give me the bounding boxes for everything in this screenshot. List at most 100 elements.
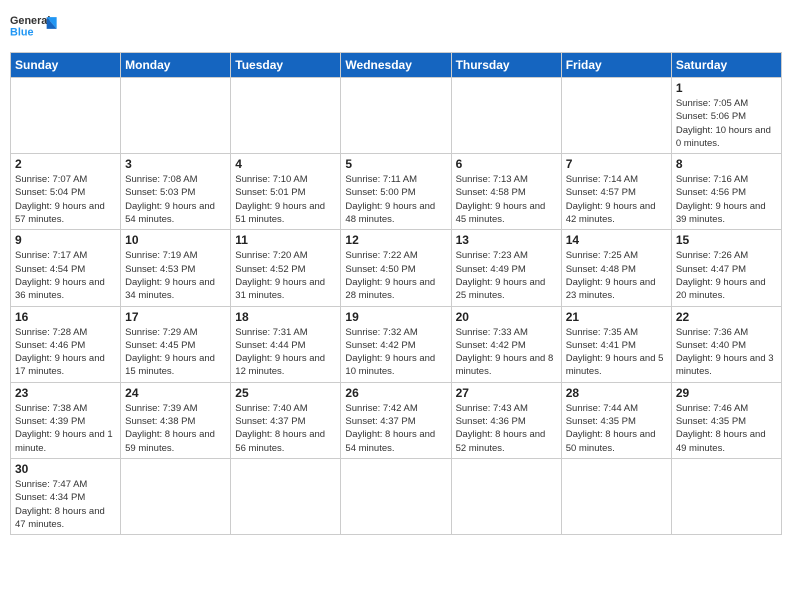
day-number: 9	[15, 233, 116, 247]
calendar-day-cell	[671, 458, 781, 534]
calendar-day-cell: 13Sunrise: 7:23 AM Sunset: 4:49 PM Dayli…	[451, 230, 561, 306]
calendar-day-cell: 17 Sunrise: 7:29 AM Sunset: 4:45 PM Dayli…	[121, 306, 231, 382]
calendar-day-cell: 12 Sunrise: 7:22 AM Sunset: 4:50 PM Dayli…	[341, 230, 451, 306]
day-number: 4	[235, 157, 336, 171]
day-info: Sunrise: 7:23 AM Sunset: 4:49 PM Dayligh…	[456, 249, 557, 302]
calendar-day-cell: 26 Sunrise: 7:42 AM Sunset: 4:37 PM Dayli…	[341, 382, 451, 458]
calendar-day-cell: 30Sunrise: 7:47 AM Sunset: 4:34 PM Dayli…	[11, 458, 121, 534]
calendar-table: SundayMondayTuesdayWednesdayThursdayFrid…	[10, 52, 782, 535]
calendar-day-cell: 6 Sunrise: 7:13 AM Sunset: 4:58 PM Daylig…	[451, 154, 561, 230]
calendar-day-cell: 10Sunrise: 7:19 AM Sunset: 4:53 PM Dayli…	[121, 230, 231, 306]
calendar-day-cell: 21Sunrise: 7:35 AM Sunset: 4:41 PM Dayli…	[561, 306, 671, 382]
day-info: Sunrise: 7:08 AM Sunset: 5:03 PM Dayligh…	[125, 173, 226, 226]
day-number: 20	[456, 310, 557, 324]
calendar-day-cell	[341, 458, 451, 534]
svg-text:General: General	[10, 15, 50, 27]
calendar-day-cell: 15Sunrise: 7:26 AM Sunset: 4:47 PM Dayli…	[671, 230, 781, 306]
calendar-day-cell: 29 Sunrise: 7:46 AM Sunset: 4:35 PM Dayli…	[671, 382, 781, 458]
calendar-week-row: 16 Sunrise: 7:28 AM Sunset: 4:46 PM Dayli…	[11, 306, 782, 382]
calendar-day-cell: 22Sunrise: 7:36 AM Sunset: 4:40 PM Dayli…	[671, 306, 781, 382]
weekday-header-cell: Saturday	[671, 53, 781, 78]
svg-text:Blue: Blue	[10, 27, 33, 39]
day-number: 25	[235, 386, 336, 400]
day-number: 28	[566, 386, 667, 400]
day-number: 26	[345, 386, 446, 400]
calendar-day-cell: 28 Sunrise: 7:44 AM Sunset: 4:35 PM Dayli…	[561, 382, 671, 458]
calendar-day-cell	[231, 78, 341, 154]
day-number: 7	[566, 157, 667, 171]
day-number: 15	[676, 233, 777, 247]
calendar-week-row: 2 Sunrise: 7:07 AM Sunset: 5:04 PM Daylig…	[11, 154, 782, 230]
calendar-day-cell: 20Sunrise: 7:33 AM Sunset: 4:42 PM Dayli…	[451, 306, 561, 382]
day-number: 2	[15, 157, 116, 171]
calendar-day-cell: 8 Sunrise: 7:16 AM Sunset: 4:56 PM Daylig…	[671, 154, 781, 230]
day-number: 16	[15, 310, 116, 324]
calendar-day-cell: 16 Sunrise: 7:28 AM Sunset: 4:46 PM Dayli…	[11, 306, 121, 382]
calendar-week-row: 9Sunrise: 7:17 AM Sunset: 4:54 PM Daylig…	[11, 230, 782, 306]
day-number: 6	[456, 157, 557, 171]
day-number: 8	[676, 157, 777, 171]
day-info: Sunrise: 7:14 AM Sunset: 4:57 PM Dayligh…	[566, 173, 667, 226]
day-info: Sunrise: 7:43 AM Sunset: 4:36 PM Dayligh…	[456, 402, 557, 455]
day-info: Sunrise: 7:29 AM Sunset: 4:45 PM Dayligh…	[125, 326, 226, 379]
day-info: Sunrise: 7:11 AM Sunset: 5:00 PM Dayligh…	[345, 173, 446, 226]
calendar-day-cell: 25 Sunrise: 7:40 AM Sunset: 4:37 PM Dayli…	[231, 382, 341, 458]
calendar-day-cell: 23 Sunrise: 7:38 AM Sunset: 4:39 PM Dayli…	[11, 382, 121, 458]
day-number: 1	[676, 81, 777, 95]
calendar-day-cell: 7 Sunrise: 7:14 AM Sunset: 4:57 PM Daylig…	[561, 154, 671, 230]
generalblue-logo-icon: General Blue	[10, 10, 60, 46]
day-number: 3	[125, 157, 226, 171]
day-info: Sunrise: 7:13 AM Sunset: 4:58 PM Dayligh…	[456, 173, 557, 226]
day-info: Sunrise: 7:10 AM Sunset: 5:01 PM Dayligh…	[235, 173, 336, 226]
day-info: Sunrise: 7:35 AM Sunset: 4:41 PM Dayligh…	[566, 326, 667, 379]
day-info: Sunrise: 7:16 AM Sunset: 4:56 PM Dayligh…	[676, 173, 777, 226]
day-info: Sunrise: 7:39 AM Sunset: 4:38 PM Dayligh…	[125, 402, 226, 455]
calendar-day-cell: 5 Sunrise: 7:11 AM Sunset: 5:00 PM Daylig…	[341, 154, 451, 230]
calendar-day-cell: 9Sunrise: 7:17 AM Sunset: 4:54 PM Daylig…	[11, 230, 121, 306]
day-number: 10	[125, 233, 226, 247]
weekday-header-cell: Wednesday	[341, 53, 451, 78]
calendar-day-cell	[561, 458, 671, 534]
weekday-header-cell: Thursday	[451, 53, 561, 78]
calendar-day-cell	[341, 78, 451, 154]
logo-area: General Blue	[10, 10, 60, 46]
day-info: Sunrise: 7:25 AM Sunset: 4:48 PM Dayligh…	[566, 249, 667, 302]
day-number: 17	[125, 310, 226, 324]
calendar-day-cell: 19Sunrise: 7:32 AM Sunset: 4:42 PM Dayli…	[341, 306, 451, 382]
weekday-header-cell: Sunday	[11, 53, 121, 78]
calendar-day-cell: 27 Sunrise: 7:43 AM Sunset: 4:36 PM Dayli…	[451, 382, 561, 458]
day-info: Sunrise: 7:36 AM Sunset: 4:40 PM Dayligh…	[676, 326, 777, 379]
day-info: Sunrise: 7:40 AM Sunset: 4:37 PM Dayligh…	[235, 402, 336, 455]
day-info: Sunrise: 7:31 AM Sunset: 4:44 PM Dayligh…	[235, 326, 336, 379]
calendar-day-cell: 14Sunrise: 7:25 AM Sunset: 4:48 PM Dayli…	[561, 230, 671, 306]
calendar-day-cell	[451, 78, 561, 154]
day-info: Sunrise: 7:05 AM Sunset: 5:06 PM Dayligh…	[676, 97, 777, 150]
day-info: Sunrise: 7:47 AM Sunset: 4:34 PM Dayligh…	[15, 478, 116, 531]
calendar-day-cell: 18 Sunrise: 7:31 AM Sunset: 4:44 PM Dayli…	[231, 306, 341, 382]
day-number: 11	[235, 233, 336, 247]
calendar-week-row: 30Sunrise: 7:47 AM Sunset: 4:34 PM Dayli…	[11, 458, 782, 534]
day-info: Sunrise: 7:42 AM Sunset: 4:37 PM Dayligh…	[345, 402, 446, 455]
day-number: 18	[235, 310, 336, 324]
day-info: Sunrise: 7:22 AM Sunset: 4:50 PM Dayligh…	[345, 249, 446, 302]
calendar-day-cell	[121, 458, 231, 534]
calendar-day-cell	[11, 78, 121, 154]
day-info: Sunrise: 7:44 AM Sunset: 4:35 PM Dayligh…	[566, 402, 667, 455]
calendar-day-cell: 2 Sunrise: 7:07 AM Sunset: 5:04 PM Daylig…	[11, 154, 121, 230]
day-info: Sunrise: 7:07 AM Sunset: 5:04 PM Dayligh…	[15, 173, 116, 226]
calendar-day-cell: 1 Sunrise: 7:05 AM Sunset: 5:06 PM Daylig…	[671, 78, 781, 154]
day-number: 12	[345, 233, 446, 247]
calendar-day-cell: 3 Sunrise: 7:08 AM Sunset: 5:03 PM Daylig…	[121, 154, 231, 230]
calendar-day-cell: 11Sunrise: 7:20 AM Sunset: 4:52 PM Dayli…	[231, 230, 341, 306]
day-number: 5	[345, 157, 446, 171]
calendar-day-cell	[231, 458, 341, 534]
day-info: Sunrise: 7:28 AM Sunset: 4:46 PM Dayligh…	[15, 326, 116, 379]
day-number: 29	[676, 386, 777, 400]
calendar-day-cell	[451, 458, 561, 534]
day-number: 27	[456, 386, 557, 400]
calendar-day-cell	[121, 78, 231, 154]
day-info: Sunrise: 7:38 AM Sunset: 4:39 PM Dayligh…	[15, 402, 116, 455]
day-number: 23	[15, 386, 116, 400]
day-info: Sunrise: 7:32 AM Sunset: 4:42 PM Dayligh…	[345, 326, 446, 379]
day-info: Sunrise: 7:46 AM Sunset: 4:35 PM Dayligh…	[676, 402, 777, 455]
